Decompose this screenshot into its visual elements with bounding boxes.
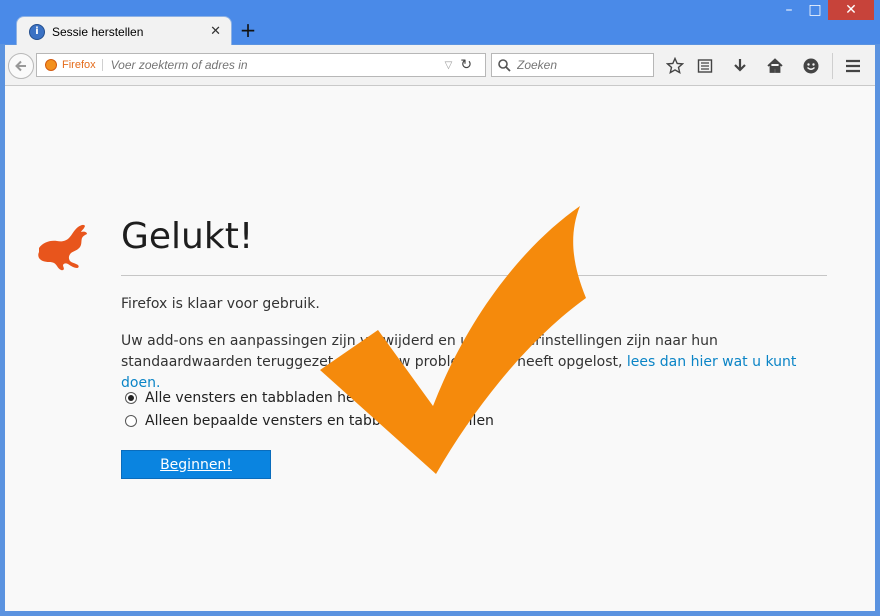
minimize-button[interactable]: – bbox=[776, 0, 802, 20]
search-input[interactable] bbox=[515, 57, 649, 73]
title-bar: – □ ✕ i Sessie herstellen ✕ + bbox=[0, 0, 880, 46]
checkmark-icon bbox=[320, 206, 586, 474]
fox-logo-icon bbox=[38, 224, 87, 271]
identity-label[interactable]: Firefox bbox=[62, 59, 103, 71]
back-button[interactable] bbox=[8, 53, 34, 79]
maximize-button[interactable]: □ bbox=[802, 0, 828, 20]
url-input[interactable] bbox=[108, 57, 443, 73]
tab-sessie-herstellen[interactable]: i Sessie herstellen ✕ bbox=[16, 16, 232, 46]
menu-icon[interactable] bbox=[842, 55, 864, 77]
home-icon[interactable] bbox=[764, 55, 786, 77]
reading-list-icon[interactable] bbox=[694, 55, 716, 77]
download-icon[interactable] bbox=[729, 55, 751, 77]
search-bar[interactable] bbox=[491, 53, 654, 77]
tab-close-icon[interactable]: ✕ bbox=[210, 24, 221, 39]
page-title: Gelukt! bbox=[121, 216, 254, 257]
url-bar[interactable]: Firefox ▽ ↻ bbox=[36, 53, 486, 77]
window-frame-right bbox=[875, 44, 880, 616]
radio-button[interactable] bbox=[125, 415, 137, 427]
navigation-toolbar: Firefox ▽ ↻ bbox=[0, 45, 880, 86]
firefox-identity-icon bbox=[45, 59, 57, 71]
begin-button[interactable]: Beginnen! bbox=[121, 450, 271, 479]
toolbar-separator bbox=[832, 53, 833, 79]
dropdown-icon[interactable]: ▽ bbox=[445, 60, 453, 71]
info-icon: i bbox=[29, 23, 45, 40]
window-frame-bottom bbox=[0, 611, 880, 616]
new-tab-button[interactable]: + bbox=[238, 20, 258, 40]
back-icon bbox=[15, 60, 26, 72]
window-controls: – □ ✕ bbox=[776, 0, 874, 22]
tab-title: Sessie herstellen bbox=[52, 24, 144, 39]
hello-icon[interactable] bbox=[800, 55, 822, 77]
radio-selected-dot bbox=[128, 395, 134, 401]
bookmark-star-icon[interactable] bbox=[664, 55, 686, 77]
reload-icon[interactable]: ↻ bbox=[460, 57, 472, 73]
close-window-button[interactable]: ✕ bbox=[828, 0, 874, 20]
browser-window: – □ ✕ i Sessie herstellen ✕ + Firefox ▽ … bbox=[0, 0, 880, 616]
radio-button[interactable] bbox=[125, 392, 137, 404]
window-frame-left bbox=[0, 44, 5, 616]
intro-text: Firefox is klaar voor gebruik. bbox=[121, 296, 320, 312]
search-icon bbox=[498, 59, 511, 72]
